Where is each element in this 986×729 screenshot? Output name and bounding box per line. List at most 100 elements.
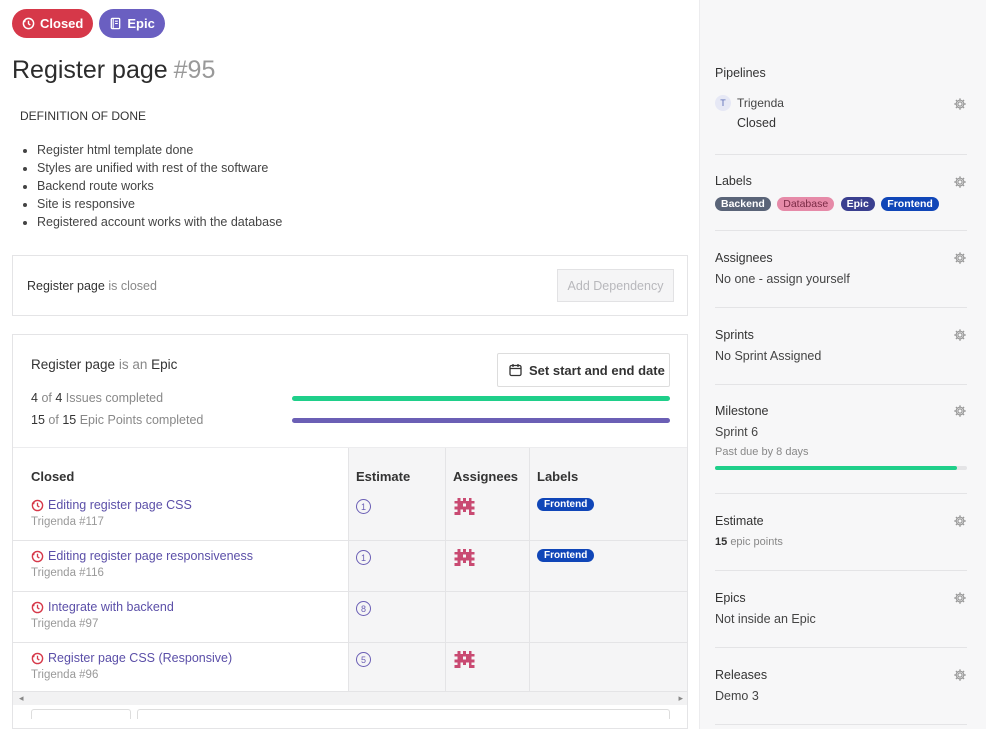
gear-icon[interactable] xyxy=(953,591,967,605)
issue-link[interactable]: Register page CSS (Responsive) xyxy=(31,651,232,665)
table-row[interactable]: Integrate with backend Trigenda #97 8 xyxy=(13,592,687,643)
list-item: Styles are unified with rest of the soft… xyxy=(37,159,282,177)
status-badge-closed[interactable]: Closed xyxy=(12,9,94,38)
main-content: Closed Epic Register page #95 DEFINITION … xyxy=(0,0,700,729)
add-dependency-button[interactable]: Add Dependency xyxy=(557,269,674,302)
pipelines-section: Pipelines T Trigenda Closed xyxy=(715,66,967,130)
horizontal-scrollbar[interactable]: ◂ ▸ xyxy=(13,691,687,705)
label-frontend[interactable]: Frontend xyxy=(881,197,939,211)
milestone-heading: Milestone xyxy=(715,404,769,418)
issue-link[interactable]: Integrate with backend xyxy=(31,600,174,614)
points-done: 15 xyxy=(31,413,45,427)
milestone-progress-track xyxy=(715,466,967,470)
list-item: Site is responsive xyxy=(37,195,282,213)
assignee-avatar[interactable] xyxy=(454,498,475,515)
pipeline-dropdown[interactable]: Closed xyxy=(737,116,967,130)
description-heading: DEFINITION OF DONE xyxy=(20,109,146,123)
milestone-value[interactable]: Sprint 6 xyxy=(715,425,967,439)
dependency-issue-name: Register page xyxy=(27,279,105,293)
closed-issue-icon xyxy=(31,652,44,664)
set-date-button[interactable]: Set start and end date xyxy=(497,353,670,387)
assignee-avatar[interactable] xyxy=(454,549,475,566)
epics-value[interactable]: Not inside an Epic xyxy=(715,612,967,626)
label-frontend[interactable]: Frontend xyxy=(537,549,595,562)
estimate-badge: 5 xyxy=(356,652,371,667)
section-divider xyxy=(715,230,967,231)
issue-link[interactable]: Editing register page CSS xyxy=(31,498,192,512)
table-row[interactable]: Register page CSS (Responsive) Trigenda … xyxy=(13,643,687,694)
estimate-badge: 1 xyxy=(356,499,371,514)
column-header-assignees[interactable]: Assignees xyxy=(453,469,518,484)
dependency-status: Register page is closed xyxy=(27,279,157,293)
points-progress-text: 15 of 15 Epic Points completed xyxy=(31,413,203,427)
estimate-section: Estimate 15 epic points xyxy=(715,514,967,548)
points-of: of xyxy=(48,413,59,427)
points-progress-fill xyxy=(292,418,670,423)
estimate-unit: epic points xyxy=(730,536,783,548)
label-database[interactable]: Database xyxy=(777,197,835,211)
type-badge-label: Epic xyxy=(127,16,155,31)
label-frontend[interactable]: Frontend xyxy=(537,498,595,511)
points-progress-track xyxy=(292,418,670,423)
issues-progress-fill xyxy=(292,396,670,401)
issues-progress-track xyxy=(292,396,670,401)
epics-heading: Epics xyxy=(715,591,746,605)
gear-icon[interactable] xyxy=(953,251,967,265)
table-row[interactable]: Editing register page responsiveness Tri… xyxy=(13,541,687,592)
gear-icon[interactable] xyxy=(953,514,967,528)
bottom-control[interactable] xyxy=(31,709,131,719)
labels-heading: Labels xyxy=(715,174,752,188)
closed-issue-icon xyxy=(31,550,44,562)
issue-title: Editing register page CSS xyxy=(48,498,192,512)
assignee-avatar[interactable] xyxy=(454,651,475,668)
releases-value[interactable]: Demo 3 xyxy=(715,689,967,703)
sprint-value[interactable]: No Sprint Assigned xyxy=(715,349,967,363)
issue-title: Integrate with backend xyxy=(48,600,174,614)
estimate-value[interactable]: 15 epic points xyxy=(715,536,967,548)
points-total: 15 xyxy=(62,413,77,427)
column-header-labels[interactable]: Labels xyxy=(537,469,578,484)
table-row[interactable]: Editing register page CSS Trigenda #117 … xyxy=(13,490,687,541)
issue-link[interactable]: Editing register page responsiveness xyxy=(31,549,253,563)
gear-icon[interactable] xyxy=(953,404,967,418)
scroll-right-icon[interactable]: ▸ xyxy=(678,693,683,704)
label-backend[interactable]: Backend xyxy=(715,197,771,211)
label-epic[interactable]: Epic xyxy=(840,197,875,211)
column-header-closed[interactable]: Closed xyxy=(31,469,74,484)
issues-total: 4 xyxy=(55,391,63,405)
status-badge-label: Closed xyxy=(40,16,84,31)
bottom-control[interactable] xyxy=(137,709,670,719)
sprints-section: Sprints No Sprint Assigned xyxy=(715,328,967,363)
estimate-badge: 1 xyxy=(356,550,371,565)
gear-icon[interactable] xyxy=(953,668,967,682)
issue-reference: Trigenda #96 xyxy=(31,669,99,681)
gear-icon[interactable] xyxy=(953,175,967,189)
issue-title: Editing register page responsiveness xyxy=(48,549,253,563)
assign-yourself-link[interactable]: No one - assign yourself xyxy=(715,272,967,286)
column-header-estimate[interactable]: Estimate xyxy=(356,469,410,484)
scroll-left-icon[interactable]: ◂ xyxy=(19,693,24,704)
issues-label: Issues completed xyxy=(65,391,164,405)
type-badge-epic[interactable]: Epic xyxy=(99,9,165,38)
estimate-points: 15 xyxy=(715,536,728,548)
issue-number: #95 xyxy=(173,56,216,84)
labels-list: Backend Database Epic Frontend xyxy=(715,194,967,212)
gear-icon[interactable] xyxy=(953,97,967,111)
issues-done: 4 xyxy=(31,391,38,405)
page-title: Register page #95 xyxy=(12,56,215,85)
epic-is-an: is an xyxy=(118,357,148,372)
section-divider xyxy=(715,724,967,725)
issue-badges: Closed Epic xyxy=(12,9,165,38)
issue-reference: Trigenda #116 xyxy=(31,567,104,579)
sidebar: Pipelines T Trigenda Closed Labels Backe… xyxy=(699,0,986,729)
releases-section: Releases Demo 3 xyxy=(715,668,967,703)
gear-icon[interactable] xyxy=(953,328,967,342)
issue-title: Register page CSS (Responsive) xyxy=(48,651,233,665)
list-item: Registered account works with the databa… xyxy=(37,213,282,231)
issue-reference: Trigenda #97 xyxy=(31,618,99,630)
dependency-card: Register page is closed Add Dependency xyxy=(12,255,688,316)
closed-issue-icon xyxy=(31,601,44,613)
calendar-icon xyxy=(509,364,522,377)
milestone-due: Past due by 8 days xyxy=(715,446,809,458)
section-divider xyxy=(715,493,967,494)
